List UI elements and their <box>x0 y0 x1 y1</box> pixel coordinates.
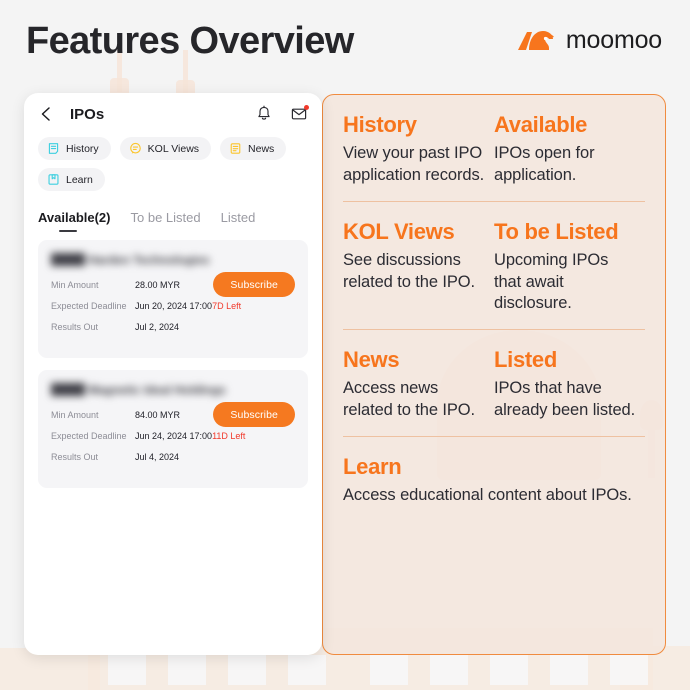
feature-listed: Listed IPOs that have already been liste… <box>494 348 645 422</box>
feature-title: News <box>343 347 400 373</box>
mail-unread-badge <box>304 105 309 110</box>
ipo-results-label: Results Out <box>51 452 99 462</box>
mail-icon[interactable] <box>290 105 309 123</box>
feature-row: News Access news related to the IPO. Lis… <box>343 330 645 437</box>
quick-link-chips: History KOL Views News Learn <box>24 135 320 191</box>
ipo-deadline-value: Jun 20, 2024 17:00 <box>135 301 213 311</box>
ipo-min-amount-value: 84.00 MYR <box>135 410 181 420</box>
decor-window-9 <box>610 655 648 685</box>
feature-title: To be Listed <box>494 218 619 244</box>
subscribe-button[interactable]: Subscribe <box>213 272 295 297</box>
feature-title: History <box>343 112 417 137</box>
ipo-results-row: Results Out Jul 2, 2024 <box>51 322 295 332</box>
feature-row: KOL Views See discussions related to the… <box>343 202 645 331</box>
ipo-results-label: Results Out <box>51 322 99 332</box>
ipo-results-row: Results Out Jul 4, 2024 <box>51 452 295 462</box>
feature-row: History View your past IPO application r… <box>343 95 645 202</box>
chip-history[interactable]: History <box>38 137 111 160</box>
page-header: Features Overview moomoo <box>0 0 690 90</box>
ipo-deadline-row: Expected Deadline Jun 24, 2024 17:00 11D… <box>51 431 295 441</box>
ipo-card[interactable]: ████ Harden Technologies Min Amount 28.0… <box>38 240 308 358</box>
chip-label: KOL Views <box>147 142 200 155</box>
feature-desc: IPOs open for application. <box>494 144 595 184</box>
feature-history: History View your past IPO application r… <box>343 112 494 187</box>
feature-title: KOL Views <box>343 218 455 244</box>
chip-kol-views[interactable]: KOL Views <box>119 137 212 160</box>
feature-title: Listed <box>494 347 557 373</box>
chip-label: News <box>248 142 275 155</box>
app-topbar: IPOs <box>24 93 322 135</box>
feature-learn: Learn Access educational content about I… <box>343 453 645 507</box>
bell-icon[interactable] <box>255 105 273 123</box>
ipo-status-tabs: Available(2) To be Listed Listed <box>24 210 322 232</box>
feature-desc: IPOs that have already been listed. <box>494 379 636 420</box>
tab-listed[interactable]: Listed <box>221 210 256 232</box>
tab-available[interactable]: Available(2) <box>38 210 111 232</box>
feature-desc: Access news related to the IPO. <box>343 379 476 420</box>
ipo-days-left: 11D Left <box>212 431 246 441</box>
feature-kol-views: KOL Views See discussions related to the… <box>343 218 494 315</box>
ipo-deadline-value: Jun 24, 2024 17:00 <box>135 431 213 441</box>
app-title: IPOs <box>70 105 105 123</box>
ipo-min-amount-label: Min Amount <box>51 280 99 290</box>
news-list-icon <box>230 143 241 154</box>
decor-window-5 <box>370 655 408 685</box>
feature-title: Available <box>494 112 588 137</box>
decor-window-8 <box>550 655 588 685</box>
decor-window-6 <box>430 655 468 685</box>
bookmark-book-icon <box>48 174 59 185</box>
app-preview-card: IPOs History KOL Views News Learn Availa… <box>24 93 322 655</box>
feature-desc: See discussions related to the IPO. <box>343 250 476 291</box>
ipo-days-left: 7D Left <box>212 301 242 311</box>
feature-desc: Upcoming IPOs that await disclosure. <box>494 250 609 313</box>
chip-label: Learn <box>66 173 93 186</box>
feature-desc: View your past IPO application records. <box>343 144 485 184</box>
feature-title: Learn <box>343 453 402 479</box>
document-lines-icon <box>48 143 59 154</box>
ipo-min-amount-value: 28.00 MYR <box>135 280 181 290</box>
page-title: Features Overview <box>26 20 354 62</box>
brand-lockup: moomoo <box>515 26 662 55</box>
decor-window-3 <box>228 655 266 685</box>
ipo-results-value: Jul 2, 2024 <box>135 322 180 332</box>
chip-label: History <box>66 142 99 155</box>
ipo-min-amount-label: Min Amount <box>51 410 99 420</box>
ipo-card[interactable]: ████ Magnetic Ideal Holdings Min Amount … <box>38 370 308 488</box>
chip-news[interactable]: News <box>220 137 287 160</box>
topbar-actions <box>255 105 309 123</box>
ipo-company-name: ████ Magnetic Ideal Holdings <box>51 383 226 396</box>
feature-available: Available IPOs open for application. <box>494 112 645 187</box>
ipo-deadline-label: Expected Deadline <box>51 431 127 441</box>
decor-window-2 <box>168 655 206 685</box>
features-panel: History View your past IPO application r… <box>322 94 666 655</box>
decor-window-4 <box>288 655 326 685</box>
chevron-left-icon[interactable] <box>38 106 54 122</box>
ipo-card-list: ████ Harden Technologies Min Amount 28.0… <box>24 232 322 488</box>
tab-to-be-listed[interactable]: To be Listed <box>131 210 201 232</box>
feature-news: News Access news related to the IPO. <box>343 348 494 422</box>
speech-bubble-icon <box>129 142 141 154</box>
brand-name: moomoo <box>565 26 662 54</box>
ipo-company-name: ████ Harden Technologies <box>51 253 210 266</box>
ipo-results-value: Jul 4, 2024 <box>135 452 180 462</box>
ipo-deadline-row: Expected Deadline Jun 20, 2024 17:00 7D … <box>51 301 295 311</box>
moomoo-bull-logo-icon <box>517 30 554 50</box>
feature-to-be-listed: To be Listed Upcoming IPOs that await di… <box>494 218 645 315</box>
feature-desc: Access educational content about IPOs. <box>343 486 632 505</box>
subscribe-button[interactable]: Subscribe <box>213 402 295 427</box>
decor-window-7 <box>490 655 528 685</box>
chip-learn[interactable]: Learn <box>38 168 105 191</box>
decor-window-1 <box>108 655 146 685</box>
feature-row: Learn Access educational content about I… <box>343 437 645 521</box>
ipo-deadline-label: Expected Deadline <box>51 301 127 311</box>
